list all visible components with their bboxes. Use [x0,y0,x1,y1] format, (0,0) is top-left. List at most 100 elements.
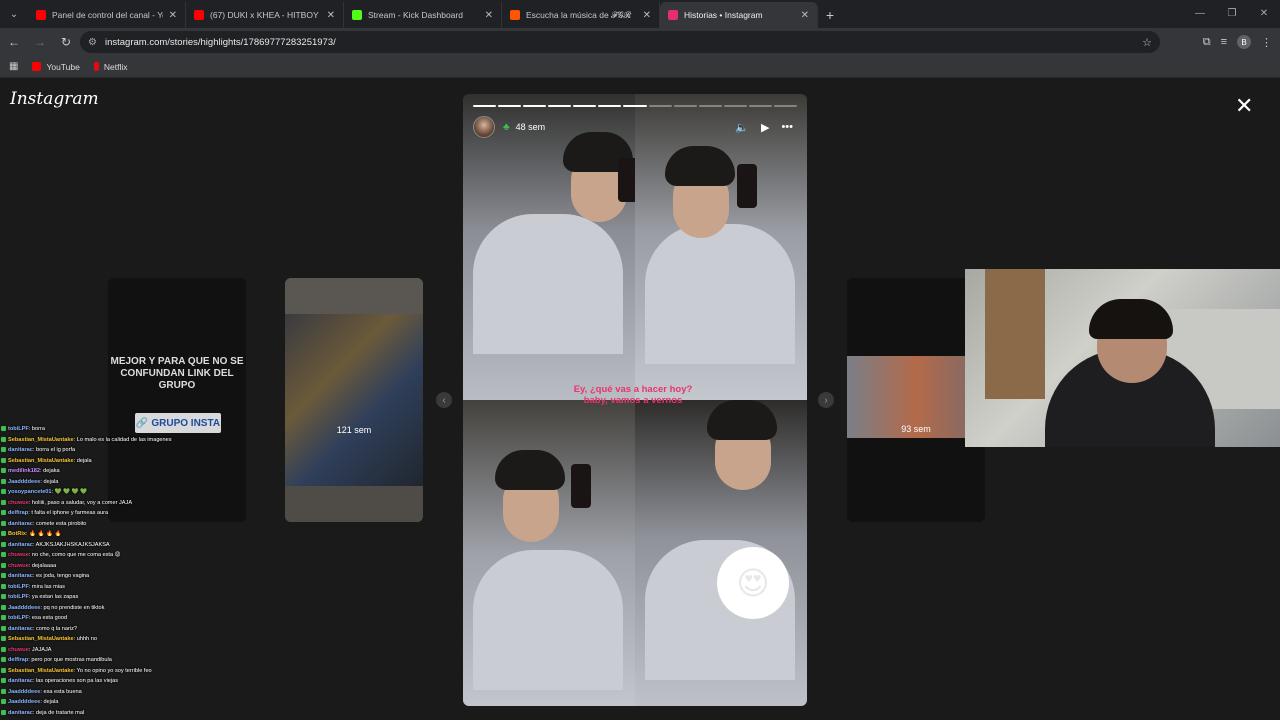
progress-segment [698,105,722,107]
tab-close-icon[interactable]: ✕ [485,10,493,21]
browser-tab[interactable]: Escucha la música de 𝓕𝓖𝓡 ✕ [502,2,660,28]
story-photo-4 [635,400,807,706]
tab-title: Historias • Instagram [684,10,763,20]
story-time: 48 sem [515,122,546,132]
window-close-icon[interactable]: ✕ [1248,0,1280,28]
tab-title: (67) DUKI x KHEA - HITBOY [210,10,319,20]
story-header: ♣ 48 sem 🔈 ▶ ••• [473,116,797,138]
chat-text: : mira las mias [28,583,65,590]
badge-icon [1,699,6,705]
chat-username: danitarac [8,541,33,548]
badge-icon [1,447,6,453]
story-photo-1 [463,94,638,400]
chat-text: : como q la nariz? [32,625,78,632]
profile-avatar[interactable]: B [1237,35,1251,49]
chat-message: danitarac: es joda, tengo vagina [1,571,241,582]
hair [707,400,777,440]
chat-message: danitarac: comete esta pirobito [1,519,241,530]
instagram-logo[interactable]: Instagram [10,89,99,109]
browser-tab[interactable]: (67) DUKI x KHEA - HITBOY ✕ [186,2,344,28]
forward-icon[interactable]: → [28,30,52,54]
browser-tab[interactable]: Historias • Instagram ✕ [660,2,818,28]
chat-message: Sebastian_MistaUantake: Yo no opino yo s… [1,666,241,677]
tab-close-icon[interactable]: ✕ [169,10,177,21]
progress-segment [573,105,597,107]
browser-tab[interactable]: Stream - Kick Dashboard ✕ [344,2,502,28]
reload-icon[interactable]: ↻ [54,30,78,54]
story-card-prev-1[interactable]: 121 sem [285,278,423,522]
chat-username: chuwue [8,646,29,653]
chat-text: : pq no prendiste en tiktok [40,604,105,611]
badge-icon [1,426,6,432]
new-tab-button[interactable]: + [818,2,842,28]
chat-text: : comete esta pirobito [32,520,87,527]
progress-segment [523,105,547,107]
extensions-icon[interactable]: ⧉ [1203,36,1211,49]
url-text: instagram.com/stories/highlights/1786977… [104,36,336,48]
tab-close-icon[interactable]: ✕ [643,10,651,21]
chat-username: Jaaddddeee [8,688,41,695]
chat-text: : t falta el iphone y farmeas aura [28,510,109,516]
tab-close-icon[interactable]: ✕ [327,10,335,21]
hoodie [645,224,795,364]
back-icon[interactable]: ← [2,30,26,54]
site-info-icon[interactable]: ⚙ [88,37,97,48]
badge-icon [1,573,6,579]
media-controls-icon[interactable]: ≡ [1221,36,1227,48]
badge-icon [1,615,6,621]
prev-story-icon[interactable]: ‹ [436,392,452,408]
badge-icon [1,541,6,547]
cam-hair [1089,299,1173,339]
progress-segment [473,105,497,107]
minimize-icon[interactable]: — [1184,0,1216,28]
chat-username: chuwue [8,552,29,558]
tab-search-icon[interactable]: ⌄ [0,0,28,28]
story-photo-2 [635,94,807,400]
chat-message: Jaaddddeee: esa esta buena [1,687,241,698]
chat-text: : borra [28,426,45,432]
bookmark-netflix[interactable]: Netflix [93,62,127,72]
badge-icon [1,667,6,673]
chat-text: : deja de tratarte mal [32,709,85,716]
tab-favicon-icon [36,10,46,20]
chat-username: Sebastian_MistaUantake [8,436,74,443]
card-bottom [285,486,423,522]
browser-toolbar: ← → ↻ ⚙ instagram.com/stories/highlights… [0,28,1280,56]
chat-message: Jaaddddeee: pq no prendiste en tiktok [1,603,241,614]
progress-segment [598,105,622,107]
play-icon[interactable]: ▶ [761,121,769,134]
next-story-icon[interactable]: › [818,392,834,408]
chat-text: : dejala [40,699,59,705]
more-options-icon[interactable]: ••• [781,121,793,133]
close-stories-icon[interactable]: ✕ [1235,95,1253,117]
badge-icon [1,489,6,495]
chat-username: tobiLPF [8,426,29,432]
chat-username: yosoypancete01 [8,489,52,495]
tab-close-icon[interactable]: ✕ [801,10,809,21]
chat-username: Jaaddddeee [8,478,41,485]
chat-text: : dejaka [40,468,60,474]
mute-icon[interactable]: 🔈 [735,121,749,134]
address-bar[interactable]: ⚙ instagram.com/stories/highlights/17869… [80,31,1160,53]
apps-grid-icon[interactable]: ▦ [9,61,18,72]
badge-icon [1,636,6,642]
bookmark-youtube[interactable]: YouTube [32,61,80,72]
tab-favicon-icon [352,10,362,20]
active-story[interactable]: ♣ 48 sem 🔈 ▶ ••• Ey, ¿qué vas a hacer ho… [463,94,807,706]
chat-username: chuwue [8,562,29,569]
chat-username: medilink182 [8,468,41,474]
progress-segment [623,105,647,107]
chat-message: yosoypancete01: 💚 💚 💚 💚 [1,487,241,498]
bookmark-label: YouTube [46,61,80,72]
browser-tab[interactable]: Panel de control del canal - You ✕ [28,2,186,28]
menu-icon[interactable]: ⋮ [1261,36,1272,49]
badge-icon [1,457,6,463]
tab-title: Escucha la música de 𝓕𝓖𝓡 [526,9,632,20]
maximize-icon[interactable]: ❐ [1216,0,1248,28]
tab-favicon-icon [194,10,204,20]
chat-text: : 💚 💚 💚 💚 [51,489,88,495]
chat-username: danitarac [8,678,33,684]
bookmark-star-icon[interactable]: ☆ [1142,36,1152,49]
avatar[interactable] [473,116,495,138]
chat-text: : borra el ig porfa [32,447,76,453]
